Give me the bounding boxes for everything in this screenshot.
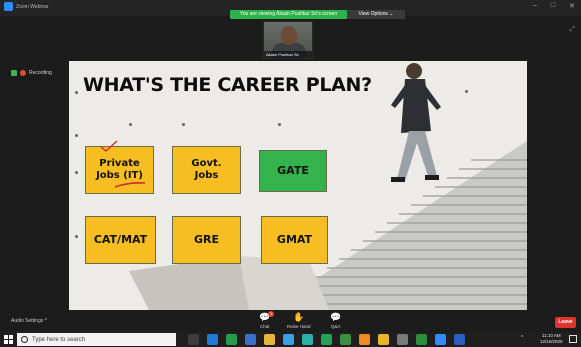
view-options-button[interactable]: View Options ⌄: [347, 10, 405, 19]
app-icon[interactable]: [397, 334, 408, 345]
close-icon[interactable]: ✕: [569, 2, 575, 10]
system-tray: ^: [521, 335, 523, 341]
box-label: Govt.: [191, 158, 222, 169]
decor-dot: [75, 235, 78, 238]
recording-indicator: Recording: [11, 70, 52, 76]
maximize-icon[interactable]: □: [551, 2, 555, 10]
decor-dot: [75, 171, 78, 174]
qa-label: Q&A: [330, 324, 341, 329]
screen-share-banner: You are viewing Akash Pushkar Sir's scre…: [230, 10, 347, 19]
box-label: GRE: [193, 233, 219, 247]
career-box-gre: GRE: [172, 216, 241, 264]
window-title: Zoom Webinar: [4, 2, 49, 11]
career-box-gmat: GMAT: [261, 216, 328, 264]
zoom-logo-icon: [4, 2, 13, 11]
minimize-icon[interactable]: –: [533, 2, 537, 10]
box-label: GMAT: [276, 233, 313, 247]
box-label: CAT/MAT: [93, 233, 148, 247]
annotation-underline: [114, 182, 146, 188]
annotation-checkmark: [100, 140, 118, 152]
edge-icon[interactable]: [207, 334, 218, 345]
slide-title: WHAT'S THE CAREER PLAN?: [83, 74, 372, 96]
chat-icon: 💬 1: [259, 311, 275, 322]
zoom-window: Zoom Webinar – □ ✕ You are viewing Akash…: [0, 0, 581, 347]
shield-icon: [11, 70, 17, 76]
taskbar-apps: [188, 334, 465, 345]
box-label: Jobs: [194, 170, 219, 181]
shared-slide: WHAT'S THE CAREER PLAN? Private Jobs (IT…: [69, 61, 527, 310]
decor-dot: [465, 90, 468, 93]
chat-button[interactable]: 💬 1 Chat: [259, 311, 275, 329]
app-icon[interactable]: [359, 334, 370, 345]
whatsapp-icon[interactable]: [321, 334, 332, 345]
chat-label: Chat: [259, 324, 270, 329]
tray-chevron-icon[interactable]: ^: [521, 335, 523, 341]
qa-icon: 💬: [330, 312, 342, 322]
windows-taskbar: Type here to search ^ 11:10 AM 12/10/202…: [0, 332, 581, 347]
speaker-video[interactable]: Akash Pushkar Sir: [263, 21, 313, 59]
career-box-cat-mat: CAT/MAT: [85, 216, 156, 264]
decor-dot: [75, 91, 78, 94]
mail-icon[interactable]: [283, 334, 294, 345]
app-icon[interactable]: [226, 334, 237, 345]
search-placeholder: Type here to search: [32, 336, 86, 343]
leave-button[interactable]: Leave: [555, 317, 576, 328]
windows-start-icon[interactable]: [4, 335, 13, 344]
chat-badge: 1: [268, 311, 275, 317]
meeting-toolbar: Audio Settings ^ 💬 1 Chat ✋ Raise Hand 💬 …: [0, 310, 581, 332]
speaker-name: Akash Pushkar Sir: [264, 51, 312, 58]
decor-dot: [182, 123, 185, 126]
taskbar-search[interactable]: Type here to search: [17, 333, 176, 346]
app-icon[interactable]: [302, 334, 313, 345]
notification-icon[interactable]: [569, 335, 577, 343]
raise-hand-icon: ✋: [293, 312, 305, 322]
window-controls: – □ ✕: [533, 2, 575, 10]
decor-dot: [75, 134, 78, 137]
qa-button[interactable]: 💬 Q&A: [330, 312, 342, 330]
decor-dot: [129, 123, 132, 126]
raise-hand-button[interactable]: ✋ Raise Hand: [287, 312, 311, 330]
zoom-icon[interactable]: [435, 334, 446, 345]
record-dot-icon: [20, 70, 26, 76]
raise-hand-label: Raise Hand: [287, 324, 311, 329]
decor-dot: [278, 123, 281, 126]
word-icon[interactable]: [454, 334, 465, 345]
cortana-icon: [21, 336, 28, 343]
career-box-govt-jobs: Govt. Jobs: [172, 146, 241, 194]
folder-icon[interactable]: [264, 334, 275, 345]
task-view-icon[interactable]: [188, 334, 199, 345]
box-label: Private: [99, 158, 140, 169]
speaker-face: [281, 26, 297, 45]
box-label: GATE: [277, 164, 309, 178]
store-icon[interactable]: [245, 334, 256, 345]
audio-settings-button[interactable]: Audio Settings ^: [11, 318, 47, 324]
recording-label: Recording: [29, 70, 52, 76]
taskbar-clock[interactable]: 11:10 AM 12/10/2020: [540, 333, 563, 345]
career-box-gate: GATE: [259, 150, 327, 192]
fullscreen-icon[interactable]: ⤢: [569, 26, 575, 34]
excel-icon[interactable]: [416, 334, 427, 345]
clock-date: 12/10/2020: [540, 339, 563, 344]
app-icon[interactable]: [340, 334, 351, 345]
window-title-text: Zoom Webinar: [16, 3, 49, 10]
chrome-icon[interactable]: [378, 334, 389, 345]
